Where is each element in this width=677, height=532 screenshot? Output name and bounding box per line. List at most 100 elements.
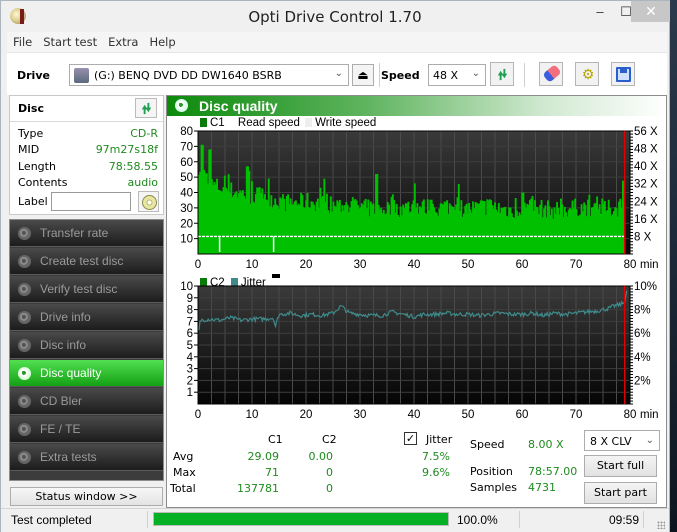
stats-total-label: Total (170, 482, 196, 495)
statusbar-divider (643, 511, 644, 528)
nav-item-verify-test-disc[interactable]: Verify test disc (10, 276, 163, 303)
status-bar: Test completed 100.0% 09:59 (1, 508, 669, 532)
nav-item-drive-info[interactable]: Drive info (10, 304, 163, 331)
drive-value: (G:) BENQ DVD DD DW1640 BSRB (94, 69, 282, 82)
speed-select[interactable]: 48 X ⌄ (428, 64, 486, 86)
progress-bar (153, 512, 449, 526)
erase-button[interactable] (539, 62, 563, 86)
test-speed-select[interactable]: 8 X CLV ⌄ (584, 430, 660, 451)
disc-refresh-button[interactable] (135, 98, 157, 118)
stats-area: C1 C2 Avg Max Total 29.09 71 137781 0.00… (167, 96, 666, 509)
disc-function-icon (18, 227, 31, 240)
status-message: Test completed (11, 513, 92, 527)
stats-col-c1: C1 (268, 433, 283, 446)
statusbar-divider (519, 511, 520, 528)
resize-grip[interactable] (657, 521, 665, 529)
nav-item-cd-bler[interactable]: CD Bler (10, 388, 163, 415)
nav-item-label: Transfer rate (40, 226, 109, 240)
nav-item-disc-quality[interactable]: Disc quality (10, 360, 163, 387)
disc-function-icon (18, 367, 31, 380)
start-part-button[interactable]: Start part (584, 482, 657, 504)
disc-function-icon (18, 451, 31, 464)
disc-function-icon (18, 339, 31, 352)
stats-avg-label: Avg (173, 450, 194, 463)
nav-item-label: Create test disc (40, 254, 124, 268)
position-label: Position (470, 465, 513, 478)
disc-heading: Disc (18, 102, 44, 115)
menu-help[interactable]: Help (143, 32, 180, 49)
status-window-button[interactable]: Status window >> (10, 487, 163, 506)
stats-max-c1: 71 (265, 466, 279, 479)
statusbar-divider (147, 511, 148, 528)
position-value: 78:57.00 (528, 465, 578, 478)
toolbar-divider (524, 63, 525, 87)
stats-total-c1: 137781 (237, 482, 279, 495)
disc-function-icon (18, 423, 31, 436)
nav-item-disc-info[interactable]: Disc info (10, 332, 163, 359)
menu-start-test[interactable]: Start test (37, 32, 102, 49)
function-nav: Transfer rate Create test disc Verify test… (9, 219, 164, 481)
nav-item-label: Disc quality (40, 366, 102, 380)
stats-col-c2: C2 (322, 433, 337, 446)
eject-button[interactable]: ⏏ (352, 64, 374, 86)
progress-fill (154, 513, 448, 525)
nav-item-label: Verify test disc (40, 282, 118, 296)
stats-total-c2: 0 (326, 482, 333, 495)
nav-item-label: FE / TE (40, 422, 81, 436)
drive-icon (74, 68, 89, 83)
disc-field-contents: Contents audio (18, 176, 158, 189)
elapsed-time: 09:59 (609, 513, 640, 527)
settings-button[interactable]: ⚙ (575, 62, 599, 86)
gears-icon: ⚙ (581, 66, 595, 82)
stats-avg-jitter: 7.5% (422, 450, 450, 463)
left-panel: Disc Type CD-R MID 97m27s18f Length 78:58.5… (8, 95, 165, 508)
toolbar: Drive (G:) BENQ DVD DD DW1640 BSRB ⌄ ⏏ S… (7, 53, 667, 95)
nav-item-fe-te[interactable]: FE / TE (10, 416, 163, 443)
app-window: Opti Drive Control 1.70 – ☐ ✕ File Start … (0, 0, 671, 532)
eraser-icon (542, 64, 562, 83)
drive-select[interactable]: (G:) BENQ DVD DD DW1640 BSRB ⌄ (69, 64, 349, 86)
chevron-down-icon: ⌄ (645, 435, 654, 446)
disc-function-icon (18, 395, 31, 408)
drive-label: Drive (17, 69, 50, 82)
disc-header: Disc (10, 96, 163, 122)
nav-item-transfer-rate[interactable]: Transfer rate (10, 220, 163, 247)
speed-readout-value: 8.00 X (528, 438, 564, 451)
test-speed-value: 8 X CLV (590, 435, 632, 448)
disc-field-type: Type CD-R (18, 127, 158, 140)
nav-item-label: Disc info (40, 338, 87, 352)
stats-max-c2: 0 (326, 466, 333, 479)
disc-function-icon (18, 311, 31, 324)
close-button[interactable]: ✕ (631, 1, 671, 22)
jitter-checkbox[interactable]: ✓ (404, 432, 417, 445)
speed-readout-label: Speed (470, 438, 505, 451)
nav-item-extra-tests[interactable]: Extra tests (10, 444, 163, 471)
chevron-down-icon: ⌄ (471, 68, 480, 79)
stats-max-jitter: 9.6% (422, 466, 450, 479)
menu-file[interactable]: File (7, 32, 37, 49)
minimize-button[interactable]: – (586, 1, 614, 22)
save-button[interactable] (611, 62, 635, 86)
stats-avg-c2: 0.00 (308, 450, 334, 463)
speed-label: Speed (381, 69, 420, 82)
title-bar: Opti Drive Control 1.70 – ☐ ✕ (1, 1, 671, 32)
nav-item-label: CD Bler (40, 394, 83, 408)
toolbar-divider (379, 63, 380, 87)
samples-value: 4731 (528, 481, 556, 494)
speed-value: 48 X (433, 69, 459, 82)
disc-function-icon (18, 283, 31, 296)
menu-extra[interactable]: Extra (102, 32, 143, 49)
window-title: Opti Drive Control 1.70 (248, 8, 422, 26)
cd-label-button[interactable] (138, 191, 159, 212)
disc-quality-panel: Disc quality C1 Read speed Write speed 1… (166, 95, 667, 508)
nav-item-label: Drive info (40, 310, 91, 324)
start-full-button[interactable]: Start full (584, 455, 657, 477)
jitter-label: Jitter (426, 433, 453, 446)
disc-label-input[interactable] (51, 192, 131, 211)
samples-label: Samples (470, 481, 517, 494)
stats-avg-c1: 29.09 (247, 450, 280, 463)
refresh-icon (497, 68, 508, 81)
nav-item-create-test-disc[interactable]: Create test disc (10, 248, 163, 275)
refresh-speed-button[interactable] (490, 62, 514, 86)
floppy-save-icon (616, 67, 631, 82)
